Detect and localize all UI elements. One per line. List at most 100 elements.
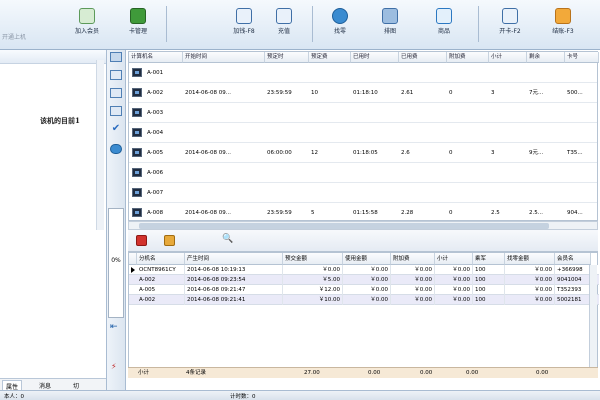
record-col-header[interactable]: 产生时间 (185, 253, 283, 265)
pin-icon[interactable]: ⚡ (111, 362, 117, 371)
terminal-row[interactable]: A-001 (129, 63, 597, 83)
terminal-cell: 7元... (529, 90, 544, 96)
computer-monitor-icon (132, 168, 142, 177)
terminal-row[interactable]: A-007 (129, 183, 597, 203)
terminal-row[interactable]: A-003 (129, 103, 597, 123)
terminal-cell (447, 188, 489, 198)
recharge-button[interactable]: 充值 (264, 4, 304, 44)
main-toolbar: 开通上机 加入会员 卡管理 加钱-F8 充值 找零 排图 商品 开卡-F2 结账… (0, 0, 600, 50)
record-row[interactable]: A-002 2014-06-08 09:21:41 ￥10.00 ￥0.00 ￥0.00… (129, 295, 599, 305)
terminal-row[interactable]: A-006 (129, 163, 597, 183)
terminal-col-header[interactable]: 小计 (489, 52, 527, 63)
toolbar-separator (478, 6, 479, 42)
list-view-icon[interactable] (110, 88, 122, 98)
record-cell: ￥0.00 (435, 295, 473, 305)
checkout-button[interactable]: 结账-F3 (540, 4, 586, 44)
terminal-cell: A-006 (147, 170, 164, 176)
computer-monitor-icon (132, 148, 142, 157)
search-record-icon[interactable]: 🔍 (222, 235, 233, 246)
print-record-icon[interactable] (164, 235, 175, 246)
terminal-cell (265, 68, 309, 78)
change-button[interactable]: 找零 (320, 4, 360, 44)
terminal-cell (183, 108, 265, 118)
record-col-header[interactable]: 会员名 (555, 253, 591, 265)
record-summary-row: 小计 4条记录 27.00 0.00 0.00 0.00 0.00 (128, 367, 598, 378)
detail-view-icon[interactable] (110, 106, 122, 116)
change-icon (332, 8, 348, 24)
terminal-col-header[interactable]: 预定时 (265, 52, 309, 63)
terminal-col-header[interactable]: 已用时 (351, 52, 399, 63)
record-row[interactable]: A-005 2014-06-08 09:21:47 ￥12.00 ￥0.00 ￥0.00… (129, 285, 599, 295)
terminal-cell (265, 128, 309, 138)
scroll-thumb[interactable] (139, 223, 549, 229)
summary-deposit: 27.00 (304, 370, 320, 376)
chart-button[interactable]: 排图 (370, 4, 410, 44)
terminal-row[interactable]: A-002 2014-06-08 09... 23:59:59 10 01:18:10 2… (129, 83, 597, 103)
terminal-col-header[interactable]: 开始时间 (183, 52, 265, 63)
record-cell: ￥0.00 (505, 275, 555, 285)
offline-label: 开通上机 (2, 34, 27, 41)
terminal-col-header[interactable]: 卡号 (565, 52, 599, 63)
record-col-header[interactable]: 分机名 (137, 253, 185, 265)
delete-record-icon[interactable] (136, 235, 147, 246)
left-panel-scrollbar[interactable] (96, 60, 104, 230)
record-row[interactable]: OCNT8961CY 2014-06-08 10:19:13 ￥0.00 ￥0.00 ￥… (129, 265, 599, 275)
record-cell: ￥0.00 (391, 265, 435, 275)
terminal-cell: T35... (567, 150, 583, 156)
record-grid-vscrollbar[interactable] (589, 265, 597, 367)
terminal-cell: 2.28 (401, 210, 414, 216)
terminal-col-header[interactable]: 计算机名 (129, 52, 183, 63)
check-icon[interactable]: ✔ (110, 124, 122, 134)
record-cell: 100 (473, 285, 505, 295)
terminal-col-header[interactable]: 附加费 (447, 52, 489, 63)
terminal-cell (527, 128, 565, 138)
record-col-header[interactable]: 找零金额 (505, 253, 555, 265)
terminal-cell: 01:18:05 (353, 150, 378, 156)
record-cell: A-005 (137, 285, 185, 295)
terminal-col-header[interactable]: 已用费 (399, 52, 447, 63)
terminal-cell (489, 188, 527, 198)
record-cell: +366998 (555, 265, 591, 275)
left-panel-header (0, 50, 106, 64)
record-col-header[interactable]: 附加费 (391, 253, 435, 265)
tab-messages[interactable]: 消息 (36, 380, 54, 390)
terminal-row[interactable]: A-004 (129, 123, 597, 143)
terminal-cell: 0 (449, 90, 453, 96)
terminal-row[interactable]: A-005 2014-06-08 09... 06:00:00 12 01:18:05 2… (129, 143, 597, 163)
record-toolbar: 🔍 (128, 230, 598, 252)
record-col-header[interactable]: 预交金额 (283, 253, 343, 265)
record-cell: ￥0.00 (505, 265, 555, 275)
add-member-button[interactable]: 加入会员 (64, 4, 110, 44)
record-cell: 100 (473, 275, 505, 285)
refresh-globe-icon[interactable] (110, 144, 122, 154)
terminal-cell: 5 (311, 210, 315, 216)
collapse-arrow-icon[interactable]: ⇤ (110, 322, 118, 332)
open-card-button[interactable]: 开卡-F2 (488, 4, 532, 44)
terminal-cell: 10 (311, 90, 318, 96)
computer-monitor-icon (132, 208, 142, 217)
record-cell: T352393 (555, 285, 591, 295)
small-icon-view-icon[interactable] (110, 70, 122, 80)
terminal-cell: 500... (567, 90, 583, 96)
record-cell: ￥10.00 (283, 295, 343, 305)
recharge-icon (276, 8, 292, 24)
record-col-header[interactable]: 使用金额 (343, 253, 391, 265)
large-icon-view-icon[interactable] (110, 52, 122, 62)
terminal-row[interactable]: A-008 2014-06-08 09... 23:59:59 5 01:15:58 2.… (129, 203, 597, 223)
summary-change: 0.00 (536, 370, 549, 376)
tab-switch[interactable]: 切 (70, 380, 82, 390)
record-col-header[interactable]: 乘军 (473, 253, 505, 265)
cart-button[interactable]: 商品 (424, 4, 464, 44)
record-row[interactable]: A-002 2014-06-08 09:23:54 ￥5.00 ￥0.00 ￥0.00 ￥… (129, 275, 599, 285)
record-col-header[interactable]: 小计 (435, 253, 473, 265)
add-money-button[interactable]: 加钱-F8 (224, 4, 264, 44)
tab-properties[interactable]: 属性 (2, 380, 23, 391)
terminal-cell: A-004 (147, 130, 164, 136)
record-cell: ￥0.00 (391, 275, 435, 285)
record-cell: ￥12.00 (283, 285, 343, 295)
summary-subtotal: 0.00 (466, 370, 479, 376)
terminal-grid-hscrollbar[interactable] (128, 221, 598, 230)
terminal-col-header[interactable]: 预定费 (309, 52, 351, 63)
terminal-col-header[interactable]: 剩余 (527, 52, 565, 63)
card-manage-button[interactable]: 卡管理 (118, 4, 158, 44)
